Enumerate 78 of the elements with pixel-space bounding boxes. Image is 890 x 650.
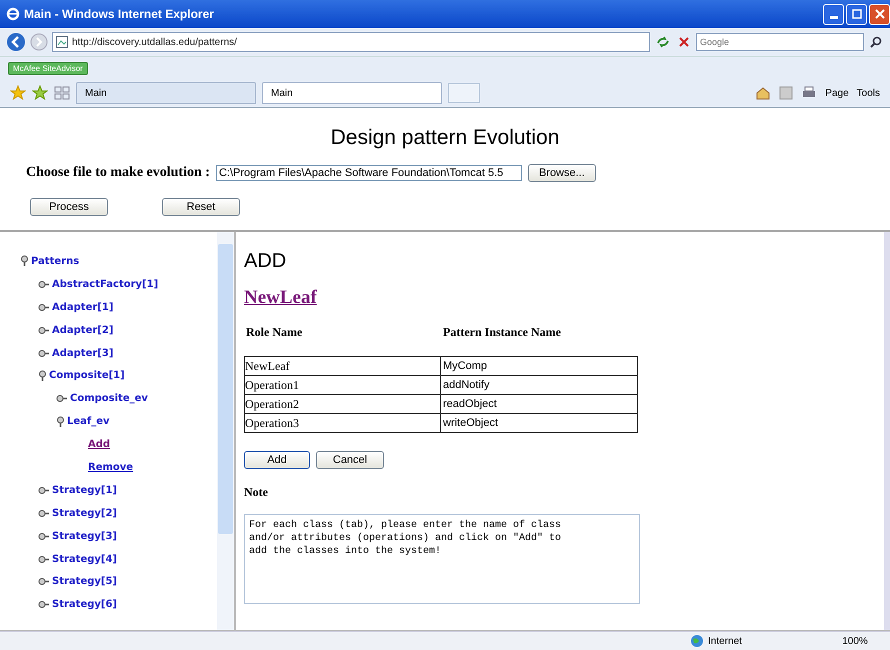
form-button[interactable]: Cancel (316, 451, 384, 469)
tree-link[interactable]: Add (88, 439, 110, 450)
form-button[interactable]: Process (30, 198, 108, 216)
tree-item[interactable]: AbstractFactory[1] (52, 278, 158, 290)
tree-item[interactable]: Strategy[4] (52, 554, 117, 565)
close-icon (874, 9, 884, 19)
instance-input[interactable]: addNotify (440, 376, 638, 394)
tree-item[interactable]: Composite[1] (49, 370, 125, 382)
form-button[interactable]: Reset (162, 198, 240, 216)
browser-tab[interactable]: Main (76, 82, 256, 104)
instance-input[interactable]: writeObject (440, 414, 638, 432)
tree-item[interactable]: Strategy[6] (52, 599, 117, 610)
tree-item[interactable]: Strategy[1] (52, 484, 117, 496)
star-plus-icon[interactable] (32, 85, 48, 101)
class-link[interactable]: NewLeaf (244, 287, 317, 309)
collapsed-node-icon[interactable] (38, 348, 50, 358)
browse-button[interactable]: Browse... (528, 164, 596, 182)
column-header: Pattern Instance Name (443, 325, 562, 340)
collapsed-node-icon[interactable] (38, 577, 50, 586)
search-button[interactable] (868, 36, 884, 48)
tree-item[interactable]: Strategy[2] (52, 508, 117, 519)
printer-icon[interactable] (801, 86, 818, 100)
tree-item[interactable]: Strategy[3] (52, 530, 117, 542)
column-header: Role Name (246, 325, 304, 340)
scrollbar[interactable] (217, 232, 234, 630)
tree-item[interactable]: Leaf_ev (67, 416, 110, 428)
window-title: Main - Windows Internet Explorer (24, 7, 215, 21)
collapsed-node-icon[interactable] (38, 600, 50, 610)
back-button[interactable] (6, 32, 26, 52)
home-icon[interactable] (755, 86, 772, 100)
browser-tab[interactable]: Main (262, 82, 442, 104)
maximize-icon (852, 9, 862, 19)
page-title: Design pattern Evolution (330, 126, 560, 150)
star-icon[interactable] (10, 85, 26, 101)
close-button[interactable] (869, 4, 890, 24)
expanded-node-icon[interactable] (38, 370, 47, 382)
file-path-field[interactable]: C:\Program Files\Apache Software Foundation\Tomcat 5.5 (216, 165, 522, 181)
collapsed-node-icon[interactable] (38, 532, 50, 541)
instance-input[interactable]: MyComp (440, 356, 638, 376)
note-label: Note (244, 485, 269, 500)
maximize-button[interactable] (846, 4, 867, 24)
browser-logo-icon (6, 7, 20, 21)
tree-link[interactable]: Remove (88, 462, 134, 473)
globe-icon (690, 634, 704, 648)
search-field[interactable]: Google (696, 33, 864, 51)
form-button[interactable]: Add (244, 451, 310, 469)
table-cell: Operation3 (244, 414, 440, 432)
expanded-node-icon[interactable] (20, 255, 29, 268)
note-textarea[interactable]: For each class (tab), please enter the name of class and/or attributes (operations) and click on "Add" to add the classes into the system! (244, 514, 640, 604)
expanded-node-icon[interactable] (56, 416, 65, 428)
page-icon (56, 36, 68, 48)
table-cell: Operation1 (244, 376, 440, 394)
tree-item[interactable]: Patterns (31, 256, 80, 267)
table-cell: NewLeaf (244, 356, 440, 376)
tree-item[interactable]: Adapter[2] (52, 324, 114, 336)
section-heading: ADD (244, 250, 288, 273)
collapsed-node-icon[interactable] (38, 486, 50, 495)
instance-input[interactable]: readObject (440, 394, 638, 414)
table-cell: Operation2 (244, 394, 440, 414)
collapsed-node-icon[interactable] (56, 394, 68, 404)
file-label: Choose file to make evolution : (26, 165, 210, 181)
toolbar-menu-button[interactable]: Page (825, 88, 849, 98)
minimize-button[interactable] (823, 4, 844, 24)
security-zone: Internet (690, 634, 820, 648)
quick-tabs-icon[interactable] (54, 86, 70, 100)
tree-item[interactable]: Adapter[1] (52, 302, 114, 313)
minimize-icon (830, 16, 838, 18)
zoom-button[interactable]: 100% (820, 634, 890, 648)
collapsed-node-icon[interactable] (38, 508, 50, 518)
tree-item[interactable]: Composite_ev (70, 393, 148, 404)
collapsed-node-icon[interactable] (38, 280, 50, 289)
collapsed-node-icon[interactable] (38, 302, 50, 312)
toolbar-menu-button[interactable]: Tools (856, 88, 880, 98)
tree-item[interactable]: Adapter[3] (52, 348, 114, 358)
collapsed-node-icon[interactable] (38, 554, 50, 564)
tree-item[interactable]: Strategy[5] (52, 576, 117, 588)
collapsed-node-icon[interactable] (38, 326, 50, 335)
address-field[interactable]: http://discovery.utdallas.edu/patterns/ (52, 32, 650, 52)
